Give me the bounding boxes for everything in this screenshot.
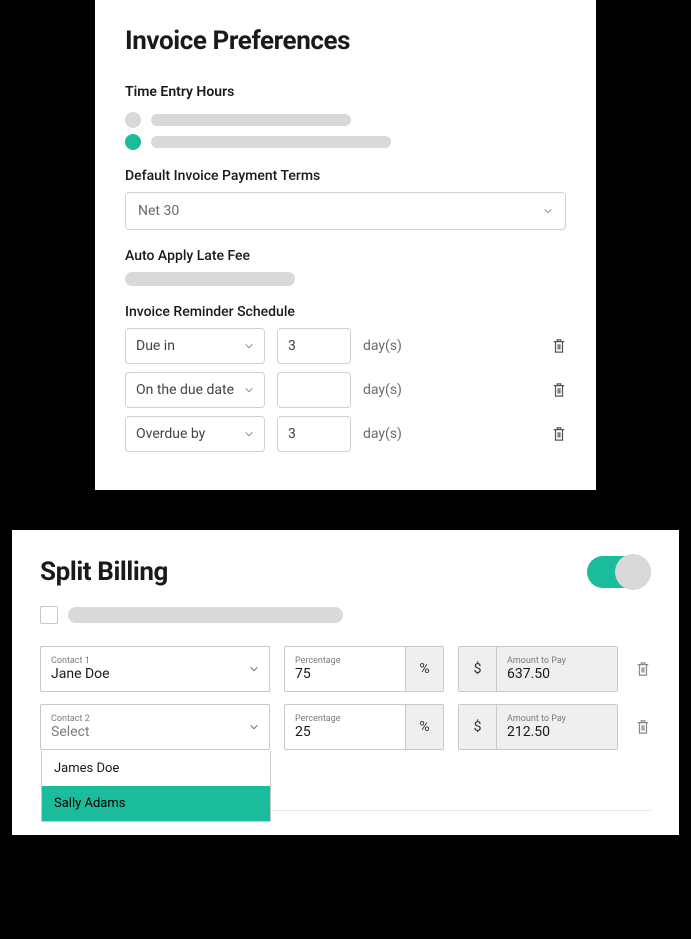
invoice-preferences-panel: Invoice Preferences Time Entry Hours Def… (95, 0, 596, 490)
amount-label: Amount to Pay (507, 714, 607, 724)
split-billing-panel: Split Billing Contact 1 Jane Doe Percent… (12, 530, 679, 835)
time-entry-option-2[interactable] (125, 134, 566, 150)
percentage-value: 75 (295, 666, 395, 682)
percentage-field[interactable]: Percentage 75 % (284, 646, 444, 692)
reminder-row-1: Due in day(s) (125, 328, 566, 364)
reminder-unit-label: day(s) (363, 426, 540, 442)
amount-field: $ Amount to Pay 212.50 (458, 704, 618, 750)
split-billing-checkbox[interactable] (40, 606, 58, 624)
reminder-days-input[interactable] (277, 372, 351, 408)
payment-terms-select[interactable]: Net 30 (125, 192, 566, 230)
currency-symbol: $ (459, 647, 497, 691)
split-billing-toggle[interactable] (587, 556, 651, 588)
time-entry-hours-label: Time Entry Hours (125, 84, 566, 100)
trash-icon[interactable] (636, 661, 650, 677)
contact-value: Jane Doe (51, 666, 259, 682)
reminder-days-input[interactable] (277, 328, 351, 364)
invoice-preferences-title: Invoice Preferences (125, 26, 566, 56)
split-billing-title: Split Billing (40, 557, 168, 587)
reminder-row-2: On the due date day(s) (125, 372, 566, 408)
currency-symbol: $ (459, 705, 497, 749)
time-entry-option-1[interactable] (125, 112, 566, 128)
trash-icon[interactable] (552, 338, 566, 354)
chevron-down-icon (244, 429, 254, 439)
percentage-field[interactable]: Percentage 25 % (284, 704, 444, 750)
chevron-down-icon (249, 664, 259, 674)
chevron-down-icon (249, 722, 259, 732)
trash-icon[interactable] (636, 719, 650, 735)
reminder-when-select[interactable]: Overdue by (125, 416, 265, 452)
redacted-text (151, 114, 351, 126)
contact-label: Contact 1 (51, 656, 259, 666)
chevron-down-icon (543, 206, 553, 216)
payment-terms-value: Net 30 (138, 203, 179, 219)
chevron-down-icon (244, 385, 254, 395)
percentage-label: Percentage (295, 656, 395, 666)
toggle-knob (615, 554, 651, 590)
redacted-text (68, 607, 343, 623)
reminder-when-select[interactable]: Due in (125, 328, 265, 364)
amount-value: 212.50 (507, 724, 607, 740)
redacted-text (151, 136, 391, 148)
reminder-when-select[interactable]: On the due date (125, 372, 265, 408)
contact-value: Select (51, 724, 259, 740)
percentage-value: 25 (295, 724, 395, 740)
contact-dropdown: James Doe Sally Adams (41, 751, 271, 822)
amount-field: $ Amount to Pay 637.50 (458, 646, 618, 692)
split-row-1: Contact 1 Jane Doe Percentage 75 % $ Amo… (40, 646, 651, 692)
payment-terms-label: Default Invoice Payment Terms (125, 168, 566, 184)
reminder-unit-label: day(s) (363, 382, 540, 398)
percentage-label: Percentage (295, 714, 395, 724)
reminder-schedule-label: Invoice Reminder Schedule (125, 304, 566, 320)
reminder-unit-label: day(s) (363, 338, 540, 354)
contact-label: Contact 2 (51, 714, 259, 724)
redacted-text (125, 272, 295, 286)
split-billing-option-row (40, 606, 651, 624)
reminder-row-3: Overdue by day(s) (125, 416, 566, 452)
contact-select[interactable]: Contact 2 Select James Doe Sally Adams (40, 704, 270, 750)
trash-icon[interactable] (552, 382, 566, 398)
radio-icon (125, 112, 141, 128)
split-row-2: Contact 2 Select James Doe Sally Adams P… (40, 704, 651, 750)
reminder-days-input[interactable] (277, 416, 351, 452)
contact-select[interactable]: Contact 1 Jane Doe (40, 646, 270, 692)
amount-label: Amount to Pay (507, 656, 607, 666)
radio-icon-selected (125, 134, 141, 150)
percent-symbol: % (405, 705, 443, 749)
chevron-down-icon (244, 341, 254, 351)
trash-icon[interactable] (552, 426, 566, 442)
dropdown-option[interactable]: James Doe (42, 751, 270, 786)
late-fee-label: Auto Apply Late Fee (125, 248, 566, 264)
amount-value: 637.50 (507, 666, 607, 682)
dropdown-option-highlighted[interactable]: Sally Adams (42, 786, 270, 821)
percent-symbol: % (405, 647, 443, 691)
